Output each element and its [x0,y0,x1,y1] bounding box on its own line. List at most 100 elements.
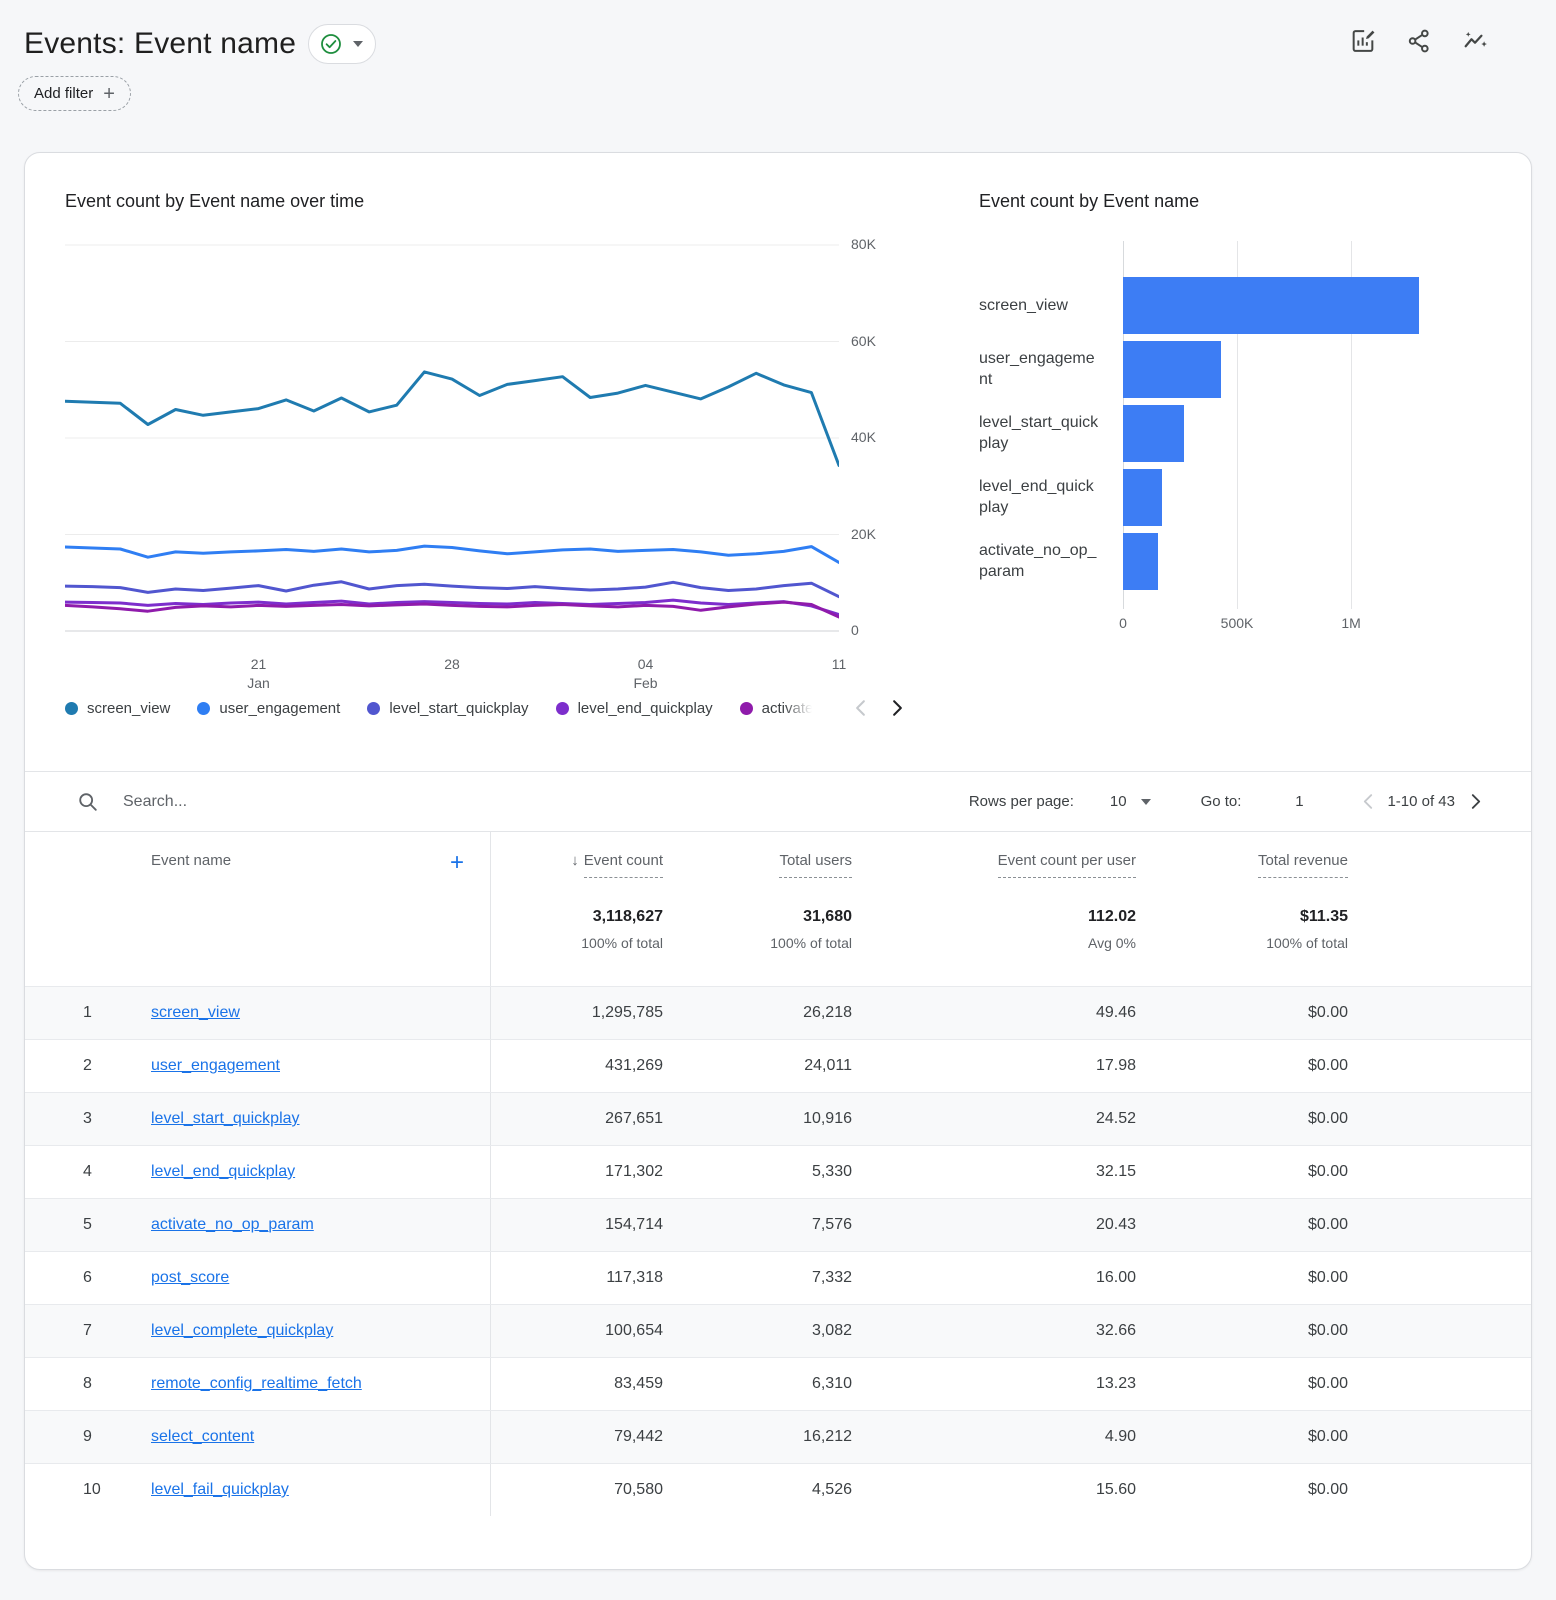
total-users-sub: 100% of total [663,935,852,951]
share-icon[interactable] [1404,26,1434,56]
legend-item-screen_view[interactable]: screen_view [65,700,170,717]
event-count-cell: 83,459 [491,1375,663,1393]
event-name-cell: level_start_quickplay [127,1093,491,1145]
revenue-cell: $0.00 [1136,1004,1348,1022]
legend-dot-icon [197,702,210,715]
revenue-cell: $0.00 [1136,1428,1348,1446]
legend-item-label: activate_no_op_param [762,700,812,717]
total-users-cell: 4,526 [663,1481,852,1499]
legend-item-user_engagement[interactable]: user_engagement [197,700,340,717]
report-status-dropdown[interactable] [308,24,376,64]
add-filter-button[interactable]: Add filter + [18,76,131,111]
total-users: 31,680 [663,908,852,926]
event-name-cell: level_complete_quickplay [127,1305,491,1357]
legend-item-label: level_start_quickplay [389,700,528,717]
legend-item-activate_no_op_param[interactable]: activate_no_op_param [740,700,812,717]
total-revenue-sub: 100% of total [1136,935,1348,951]
row-rank: 1 [25,1004,127,1022]
edit-report-icon[interactable] [1348,26,1378,56]
rows-per-page-select[interactable]: 10 [1110,793,1151,810]
event-link[interactable]: level_complete_quickplay [151,1322,333,1340]
y-tick-label: 60K [851,333,911,349]
revenue-cell: $0.00 [1136,1057,1348,1075]
pagination-range: 1-10 of 43 [1387,793,1455,810]
event-count-cell: 267,651 [491,1110,663,1128]
total-users-cell: 5,330 [663,1163,852,1181]
page-prev-icon[interactable] [1361,793,1375,810]
ecpu-cell: 49.46 [852,1004,1136,1022]
insights-icon[interactable] [1460,26,1490,56]
event-name-cell: activate_no_op_param [127,1199,491,1251]
event-link[interactable]: screen_view [151,1004,240,1022]
x-tick-label: 21Jan [219,655,299,693]
ecpu-cell: 15.60 [852,1481,1136,1499]
bar-row: level_end_quickplay [979,465,1509,529]
page-next-icon[interactable] [1469,793,1483,810]
event-count-cell: 79,442 [491,1428,663,1446]
ecpu-cell: 20.43 [852,1216,1136,1234]
ecpu-cell: 16.00 [852,1269,1136,1287]
y-tick-label: 20K [851,526,911,542]
event-count-cell: 117,318 [491,1269,663,1287]
row-rank: 9 [25,1428,127,1446]
event-link[interactable]: remote_config_realtime_fetch [151,1375,362,1393]
table-row: 4level_end_quickplay171,3025,33032.15$0.… [25,1145,1531,1198]
line-chart-title: Event count by Event name over time [65,191,364,212]
revenue-cell: $0.00 [1136,1216,1348,1234]
event-name-cell: post_score [127,1252,491,1304]
event-name-cell: user_engagement [127,1040,491,1092]
column-event-count-per-user[interactable]: Event count per user [852,832,1136,878]
legend-item-label: screen_view [87,700,170,717]
event-link[interactable]: user_engagement [151,1057,280,1075]
event-link[interactable]: level_fail_quickplay [151,1481,289,1499]
event-name-cell: remote_config_realtime_fetch [127,1358,491,1410]
report-card: Event count by Event name over time 80K 6… [24,152,1532,1570]
event-count-cell: 100,654 [491,1322,663,1340]
total-users-cell: 24,011 [663,1057,852,1075]
event-link[interactable]: post_score [151,1269,229,1287]
revenue-cell: $0.00 [1136,1163,1348,1181]
column-event-count[interactable]: ↓Event count [491,832,663,878]
column-total-users[interactable]: Total users [663,832,852,878]
bar-level_end_quickplay [1123,469,1162,526]
total-users-cell: 3,082 [663,1322,852,1340]
add-filter-label: Add filter [34,85,93,102]
revenue-cell: $0.00 [1136,1110,1348,1128]
legend-item-level_end_quickplay[interactable]: level_end_quickplay [556,700,713,717]
legend-item-level_start_quickplay[interactable]: level_start_quickplay [367,700,528,717]
event-name-cell: level_fail_quickplay [127,1464,491,1516]
ecpu-cell: 32.66 [852,1322,1136,1340]
event-count-cell: 70,580 [491,1481,663,1499]
legend-dot-icon [367,702,380,715]
bar-chart: 0500K1M screen_viewuser_engagementlevel_… [979,233,1509,673]
page-title: Events: Event name [24,27,296,61]
event-count-cell: 1,295,785 [491,1004,663,1022]
table-row: 7level_complete_quickplay100,6543,08232.… [25,1304,1531,1357]
bar-axis-tick-label: 0 [1088,615,1158,631]
legend-next-icon[interactable] [890,699,905,717]
go-to-input[interactable]: 1 [1289,793,1309,810]
table-row: 9select_content79,44216,2124.90$0.00 [25,1410,1531,1463]
add-dimension-button[interactable]: + [450,852,464,874]
y-tick-label: 80K [851,236,911,252]
column-event-name[interactable]: Event name [151,852,231,869]
bar-axis-tick-label: 500K [1202,615,1272,631]
revenue-cell: $0.00 [1136,1375,1348,1393]
event-link[interactable]: select_content [151,1428,254,1446]
check-circle-icon [319,32,343,56]
event-link[interactable]: level_end_quickplay [151,1163,295,1181]
bar-category-label: user_engagement [979,348,1101,390]
event-link[interactable]: activate_no_op_param [151,1216,314,1234]
table-row: 5activate_no_op_param154,7147,57620.43$0… [25,1198,1531,1251]
bar-category-label: screen_view [979,295,1101,316]
table-row: 2user_engagement431,26924,01117.98$0.00 [25,1039,1531,1092]
line-series-user_engagement [65,546,839,562]
table-row: 3level_start_quickplay267,65110,91624.52… [25,1092,1531,1145]
event-link[interactable]: level_start_quickplay [151,1110,300,1128]
total-ecpu-sub: Avg 0% [852,935,1136,951]
total-users-cell: 6,310 [663,1375,852,1393]
legend-prev-icon[interactable] [853,699,868,717]
column-total-revenue[interactable]: Total revenue [1136,832,1348,878]
bar-category-label: level_start_quickplay [979,412,1101,454]
search-input[interactable] [123,793,443,811]
